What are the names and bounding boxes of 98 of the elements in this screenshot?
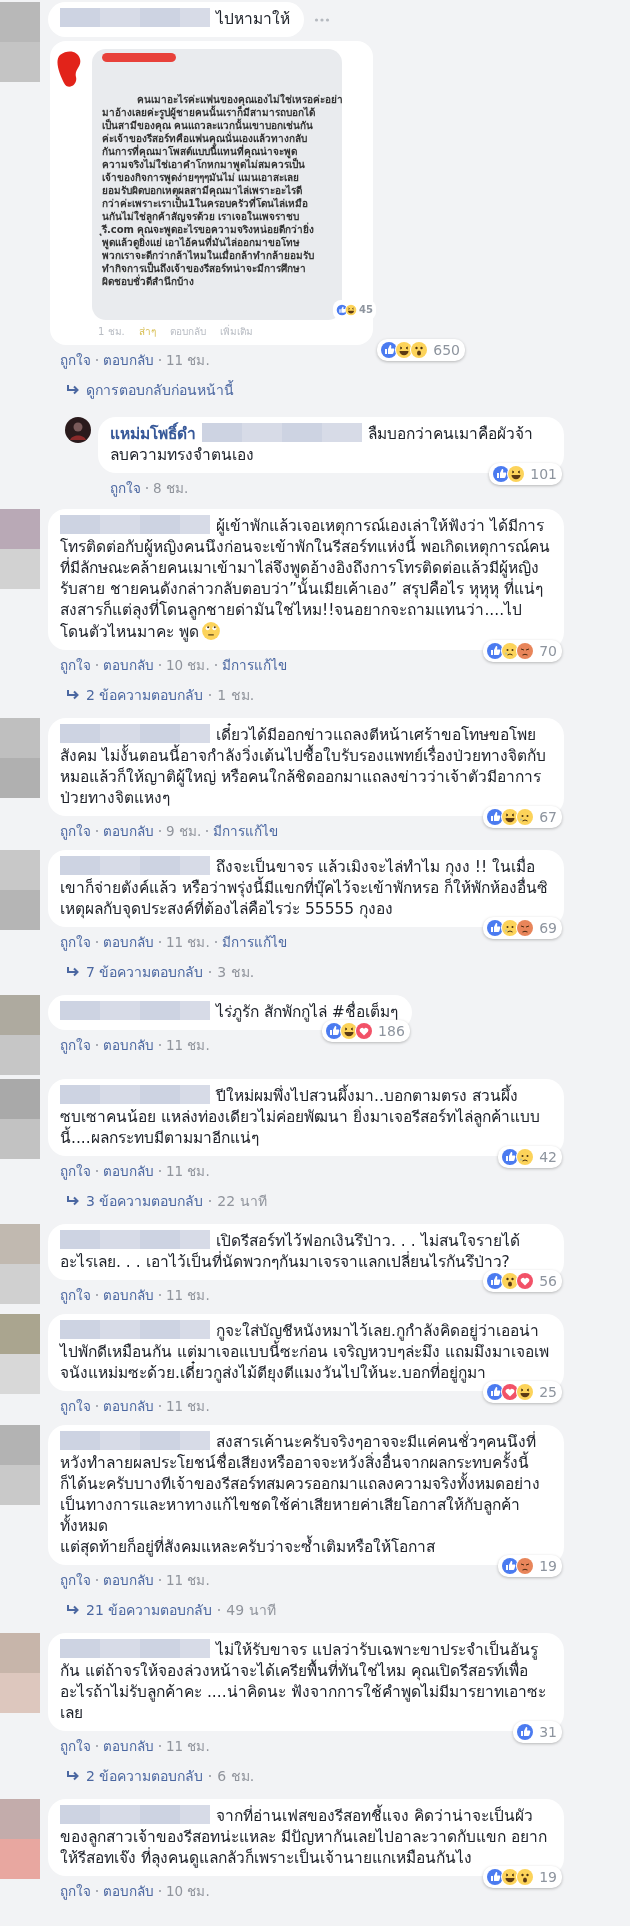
blurred-name-link[interactable] [202, 423, 362, 442]
action-link[interactable]: ตอบกลับ [103, 1160, 154, 1182]
comment-text: ไปหามาให้ [60, 8, 290, 30]
blurred-name-link[interactable] [60, 1230, 210, 1249]
timestamp: 10 ชม. [166, 1882, 210, 1901]
timestamp: 1 ชม. [217, 686, 255, 705]
action-link[interactable]: ถูกใจ [60, 931, 91, 953]
timestamp: 11 ชม. [166, 1162, 210, 1181]
replies-link[interactable]: 3 ข้อความตอบกลับ [86, 1190, 204, 1212]
timestamp: 10 ชม. [166, 656, 210, 675]
comment-text: แหม่มโพธิ์ดำ ลืมบอกว่าคนเมาคือผัวจ้า ลบความทรงจำตนเอง [110, 423, 550, 466]
action-link[interactable]: ถูกใจ [60, 1735, 91, 1757]
timestamp: 11 ชม. [166, 351, 210, 370]
timestamp: 6 ชม. [217, 1767, 255, 1786]
blurred-name-link[interactable] [60, 856, 210, 875]
timestamp: 11 ชม. [166, 1397, 210, 1416]
blurred-name-link[interactable] [60, 1639, 210, 1658]
timestamp: 11 ชม. [166, 933, 210, 952]
action-link[interactable]: ตอบกลับ [103, 1735, 154, 1757]
screenshot-action: เพิ่มเติม [219, 324, 253, 339]
comment-text: ไร่ภูรัก สักพักกูไล่ #ชื่อเต็มๆ [60, 1001, 398, 1023]
timestamp: 49 นาที [226, 1601, 276, 1620]
screenshot-action: ส่าๆ [138, 325, 156, 339]
reactions-summary[interactable]: 186 [322, 1020, 410, 1042]
action-link[interactable]: ตอบกลับ [103, 931, 154, 953]
reply-arrow-icon [66, 1604, 80, 1616]
action-link[interactable]: ถูกใจ [60, 820, 91, 842]
timestamp: 11 ชม. [166, 1036, 210, 1055]
action-link[interactable]: มีการแก้ไข [221, 931, 287, 953]
reactions-summary[interactable]: 42 [498, 1146, 562, 1168]
action-link[interactable]: ถูกใจ [60, 1880, 91, 1902]
reactions-summary[interactable]: 25 [483, 1381, 562, 1403]
comment-text: ไม่ให้รับขาจร แปลว่ารับเฉพาะขาประจำเป็นอันรูกัน แต่ถ้าจรให้จองล่วงหน้าจะได้เครียพื้นที่ทันใช่ไหม คุณเปิดรีสอรท์เพื่ออะไรถ้าไม่รับลูกค้าคะ ....น่าคิดนะ ฟังจากการใช้คำพูดไม่มีมารยาทเอาซะเลย [60, 1639, 547, 1724]
blurred-name-link[interactable] [60, 8, 210, 27]
more-icon[interactable] [314, 16, 330, 23]
comment-text: จากที่อ่านเฟสของรีสอทชี้แจง คิดว่าน่าจะเป็นผัวของลูกสาวเจ้าของรีสอทน่ะแหละ มีปัญหากันเลยไปอาละวาดกับแขก อยากให้รีสอทเจ๊ง ที่ลุงคนดูแลกลัวก็เพราะเป็นเจ้านายแกเหมือนกันไง [60, 1805, 550, 1869]
timestamp: 11 ชม. [166, 1286, 210, 1305]
reply-arrow-icon [66, 966, 80, 978]
action-link[interactable]: ถูกใจ [60, 1569, 91, 1591]
comment-text: ผู้เข้าพักแล้วเจอเหตุการณ์เองเล่าให้ฟังว่า ได้มีการโทรติดต่อกับผู้หญิงคนนึงก่อนจะเข้าพักในรีสอร์ทแห่งนี้ พอเกิดเหตุการณ์คนที่มีลักษณะคล้ายคนเมาเข้ามาไล่จึงพูดอ้างอิงถึงการโทรติดต่อแล้วมีผู้หญิงรับสาย ชายคนดังกล่าวกลับตอบว่า”นั้นเมียเค้าเอง” สรุปคือไร หุหุหุ ที่แน่ๆสงสารก็แต่ลุงที่โดนลูกชายด่ามันใช่ไหม!!จนอยากจะถามแทนว่า....ไปโดนตัวไหนมาคะ พูด [60, 515, 550, 643]
screenshot-action: ตอบกลับ [169, 325, 206, 339]
reply-arrow-icon [66, 1770, 80, 1782]
action-link[interactable]: ตอบกลับ [103, 1569, 154, 1591]
comment-text: ถึงจะเป็นขาจร แล้วเมิงจะไล่ทำไม กุงง !! ในเมื่อเขาก็จ่ายตังค์แล้ว หรือว่าพรุ่งนี้มีแขกที่บุ๊คไว้จะเข้าพักหรอ ก็ให้พักห้องอื่นซิ เหตุผลกับจุดประสงค์ที่ต้องไล่คือไรว่ะ 55555 กุงอง [60, 856, 549, 920]
reactions-summary[interactable]: 69 [483, 917, 562, 939]
action-link[interactable]: ตอบกลับ [103, 1880, 154, 1902]
reactions-summary[interactable]: 70 [483, 640, 562, 662]
action-link[interactable]: ตอบกลับ [103, 349, 154, 371]
action-link[interactable]: มีการแก้ไข [213, 820, 279, 842]
blurred-name-link[interactable] [60, 1085, 210, 1104]
blurred-name-link[interactable] [60, 1431, 210, 1450]
comment-text: เปิดรีสอร์ทไว้ฟอกเงินรึป่าว. . . ไม่สนใจรายได้อะไรเลย. . . เอาไว้เป็นที่นัดพวกๆกันมาเจรจาแลกเปลี่ยนไรกันรึป่าว? [60, 1230, 521, 1273]
reactions-summary[interactable]: 67 [483, 806, 562, 828]
reactions-summary[interactable]: 19 [483, 1866, 562, 1888]
action-link[interactable]: ถูกใจ [60, 1034, 91, 1056]
avatar[interactable] [65, 417, 91, 443]
blurred-name-link[interactable] [60, 515, 210, 534]
comment-text: กูจะใส่บัญชีหนังหมาไว้เลย.กูกำลังคิดอยู่ว่าเออน่าไปพักดีเหมือนกัน แต่มาเจอแบบนี้ซะก่อน เจริญหวบๆล่ะมึง แถมมึงมาเจอเพจนังแหม่มซะด้วย.เดี๋ยวกูส่งไม้ตียุงตีแมงวันไปให้นะ.บอกที่อยู่กูมา [60, 1320, 550, 1384]
action-link[interactable]: ถูกใจ [60, 1395, 91, 1417]
timestamp: 9 ชม. [166, 822, 202, 841]
replies-link[interactable]: 21 ข้อความตอบกลับ [86, 1599, 213, 1621]
blurred-name-link[interactable] [60, 1001, 210, 1020]
timestamp: 22 นาที [217, 1192, 267, 1211]
action-link[interactable]: ตอบกลับ [103, 1034, 154, 1056]
blurred-name-link[interactable] [60, 1320, 210, 1339]
reply-arrow-icon [66, 384, 80, 396]
action-link[interactable]: ถูกใจ [60, 1160, 91, 1182]
reply-arrow-icon [66, 1195, 80, 1207]
replies-link[interactable]: 7 ข้อความตอบกลับ [86, 961, 204, 983]
comment-text: เดี๋ยวได้มีออกข่าวแถลงตีหน้าเศร้าขอโทษขอโพยสังคม ไม่งั้นตอนนี้อาจกำลังวิ่งเต้นไปซื้อใบรับรองแพทย์เรื่องป่วยทางจิตกับหมอแล้วก็ให้ญาติผู้ใหญ่ หรือคนใกล้ชิดออกมาแถลงข่าวว่าเจ้าตัวมีอาการป่วยทางจิตแหงๆ [60, 724, 550, 809]
action-link[interactable]: ตอบกลับ [103, 1284, 154, 1306]
action-link[interactable]: ตอบกลับ [103, 654, 154, 676]
reactions-summary[interactable]: 56 [483, 1270, 562, 1292]
action-link[interactable]: ถูกใจ [60, 349, 91, 371]
reactions-summary[interactable]: 650 [377, 339, 465, 361]
action-link[interactable]: ตอบกลับ [103, 1395, 154, 1417]
reply-arrow-icon [66, 689, 80, 701]
replies-link[interactable]: 2 ข้อความตอบกลับ [86, 684, 204, 706]
action-link[interactable]: ถูกใจ [60, 654, 91, 676]
screenshot-action: 1 ชม. [98, 325, 125, 339]
timestamp: 11 ชม. [166, 1737, 210, 1756]
replies-link[interactable]: 2 ข้อความตอบกลับ [86, 1765, 204, 1787]
action-link[interactable]: มีการแก้ไข [221, 654, 287, 676]
reactions-summary[interactable]: 19 [498, 1555, 562, 1577]
timestamp: 8 ชม. [153, 479, 189, 498]
comment-text: ปีใหม่ผมพึ่งไปสวนผึ้งมา..บอกตามตรง สวนผึ้งซบเซาคนน้อย แหล่งท่องเดียวไม่ค่อยพัฒนา ยิ่งมาเจอรีสอร์ทไล่ลูกค้าแบบนี้....ผลกระทบมีตามมาอีกแน่ๆ [60, 1085, 550, 1149]
action-link[interactable]: ถูกใจ [110, 477, 141, 499]
action-link[interactable]: ตอบกลับ [103, 820, 154, 842]
timestamp: 3 ชม. [217, 963, 255, 982]
timestamp: 11 ชม. [166, 1571, 210, 1590]
blurred-name-link[interactable] [60, 1805, 210, 1824]
comment-text: สงสารเค้านะครับจริงๆอาจจะมีแค่คนชั่วๆคนนึงที่หวังทำลายผลประโยชน์ชื่อเสียงหรืออาจจะหวังสิ่งอื่นจากผลกระทบครั้งนี้ก็ได้นะครับบางทีเจ้าของรีสอร์ทสมควรออกมาแถลงความจริงทั้งหมดอย่างเป็นทางการและหาทางแก้ไขชดใช้ค่าเสียหายค่าเสียโอกาสให้กับลูกค้าทั้งหมด แต่สุดท้ายก็อยู่ที่สังคมแหละครับว่าจะซ้ำเติมหรือให้โอกาส [60, 1431, 541, 1558]
reactions-summary[interactable]: 101 [489, 463, 562, 485]
action-link[interactable]: ถูกใจ [60, 1284, 91, 1306]
reactions-summary[interactable]: 31 [513, 1721, 562, 1743]
blurred-name-link[interactable] [60, 724, 210, 743]
view-previous-replies-link[interactable]: ดูการตอบกลับก่อนหน้านี้ [86, 379, 234, 401]
reactions-summary: 45 [333, 300, 376, 320]
